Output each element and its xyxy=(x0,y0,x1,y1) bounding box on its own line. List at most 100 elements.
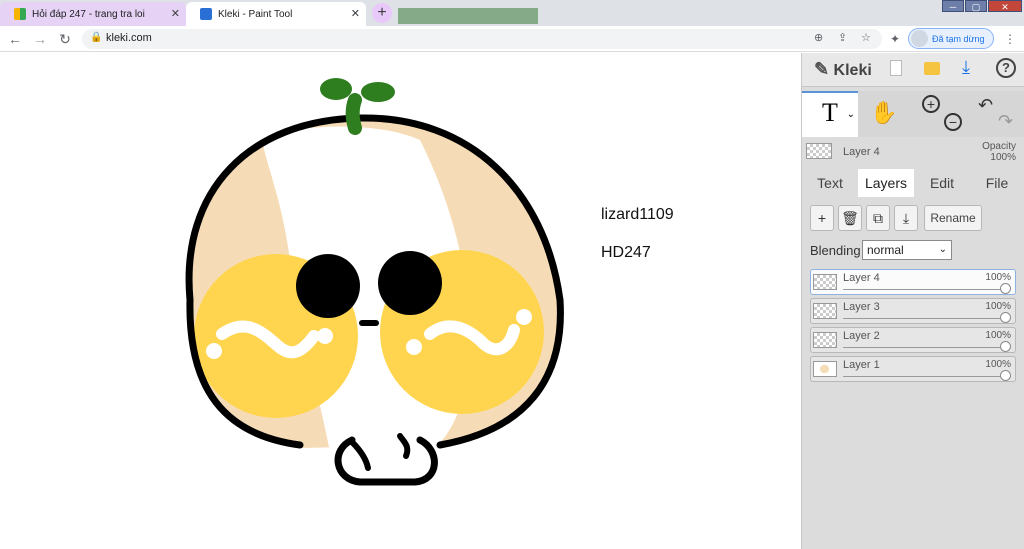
layer-opacity-knob[interactable] xyxy=(1000,341,1011,352)
zoom-icon[interactable]: ⊕ xyxy=(814,31,823,44)
reload-icon[interactable]: ↻ xyxy=(56,30,74,48)
drawing-svg xyxy=(185,78,564,486)
bookmark-star-icon[interactable]: ☆ xyxy=(861,31,871,44)
layer-opacity-slider[interactable] xyxy=(843,289,1007,290)
zoom-tools: + − xyxy=(916,91,964,137)
layer-name: Layer 1 xyxy=(843,359,880,371)
canvas-text-line: lizard1109 xyxy=(601,206,674,223)
app-logo[interactable]: ✎ Kleki xyxy=(814,59,872,80)
close-window-button[interactable]: ✕ xyxy=(988,0,1022,12)
share-icon[interactable]: ⇪ xyxy=(838,31,847,44)
layer-opacity-knob[interactable] xyxy=(1000,283,1011,294)
text-tool-label: T xyxy=(822,98,838,127)
open-folder-icon[interactable] xyxy=(924,62,940,75)
kleki-logo-icon: ✎ xyxy=(814,59,830,79)
hand-icon: ✋ xyxy=(870,100,898,125)
tab-layers[interactable]: Layers xyxy=(858,169,914,197)
delete-layer-button[interactable]: 🗑 xyxy=(838,205,862,231)
layer-name: Layer 3 xyxy=(843,301,880,313)
chevron-down-icon[interactable]: ⌄ xyxy=(847,95,855,135)
layer-item[interactable]: Layer 3 100% xyxy=(810,298,1016,324)
back-icon[interactable]: ← xyxy=(6,30,24,48)
hoidap-favicon-icon xyxy=(14,8,26,20)
sprout-stem xyxy=(345,93,362,135)
new-image-icon[interactable] xyxy=(890,60,902,76)
right-blush-dot-1 xyxy=(406,339,422,355)
layer-thumbnail xyxy=(813,361,837,377)
help-icon[interactable]: ? xyxy=(996,58,1016,78)
current-layer-thumbnail xyxy=(806,143,832,159)
rename-button[interactable]: Rename xyxy=(924,205,982,231)
layer-opacity: 100% xyxy=(985,272,1011,283)
layer-buttons: + 🗑 ⧉ ⤓ Rename xyxy=(802,205,1024,233)
layer-opacity-slider[interactable] xyxy=(843,376,1007,377)
duplicate-layer-button[interactable]: ⧉ xyxy=(866,205,890,231)
maximize-button[interactable]: ▢ xyxy=(965,0,987,12)
tab-edit[interactable]: Edit xyxy=(914,169,970,197)
download-icon[interactable]: ⤓ xyxy=(962,57,970,78)
blending-select[interactable]: normal ⌄ xyxy=(862,240,952,260)
right-eye xyxy=(378,251,442,315)
redo-icon[interactable]: ↷ xyxy=(998,111,1013,132)
blending-row: Blending normal ⌄ xyxy=(810,239,1020,261)
layer-opacity-slider[interactable] xyxy=(843,318,1007,319)
tool-row: T ⌄ ✋ + − ↶ ↷ xyxy=(802,91,1024,137)
merge-layer-button[interactable]: ⤓ xyxy=(894,205,918,231)
menu-kebab-icon[interactable]: ⋮ xyxy=(1004,32,1016,46)
undo-icon[interactable]: ↶ xyxy=(978,95,993,116)
tab-close-icon[interactable]: ✕ xyxy=(351,7,360,20)
layer-name: Layer 2 xyxy=(843,330,880,342)
app-name: Kleki xyxy=(833,62,872,79)
hand-tool[interactable]: ✋ xyxy=(862,91,906,137)
address-bar[interactable]: 🔒 kleki.com ⊕ ⇪ ☆ xyxy=(82,29,882,49)
layer-thumbnail xyxy=(813,274,837,290)
layer-opacity: 100% xyxy=(985,359,1011,370)
drawing-canvas[interactable]: lizard1109 HD247 xyxy=(0,53,802,549)
layer-item[interactable]: Layer 4 100% xyxy=(810,269,1016,295)
current-layer-name: Layer 4 xyxy=(843,146,880,158)
address-url[interactable]: kleki.com xyxy=(106,32,152,44)
tab-file[interactable]: File xyxy=(970,169,1024,197)
lock-icon[interactable]: 🔒 xyxy=(90,32,102,43)
text-tool[interactable]: T ⌄ xyxy=(802,91,858,137)
layer-thumbnail xyxy=(813,303,837,319)
layer-name: Layer 4 xyxy=(843,272,880,284)
tab-close-icon[interactable]: ✕ xyxy=(171,7,180,20)
blending-label: Blending xyxy=(810,243,861,258)
canvas-text-line: HD247 xyxy=(601,244,651,261)
layer-item[interactable]: Layer 2 100% xyxy=(810,327,1016,353)
right-blush-dot-2 xyxy=(516,309,532,325)
side-panel: ✎ Kleki ⤓ ? T ⌄ ✋ + − ↶ ↷ Layer 4 Opacity… xyxy=(802,53,1024,549)
blending-value: normal xyxy=(867,243,904,257)
forward-icon[interactable]: → xyxy=(31,30,49,48)
chevron-down-icon: ⌄ xyxy=(938,244,947,255)
sprout-leaf-left xyxy=(320,78,352,100)
browser-toolbar: ← → ↻ 🔒 kleki.com ⊕ ⇪ ☆ ✦ Đã tạm dừng ⋮ xyxy=(0,26,1024,52)
browser-tab-bar: Hỏi đáp 247 - trang tra loi ✕ Kleki - Pa… xyxy=(0,0,1024,26)
opacity-value: 100% xyxy=(990,152,1016,163)
zoom-out-icon[interactable]: − xyxy=(944,113,962,131)
extensions-icon[interactable]: ✦ xyxy=(890,32,900,46)
left-blush-dot-1 xyxy=(206,343,222,359)
profile-label: Đã tạm dừng xyxy=(932,33,985,44)
layer-thumbnail xyxy=(813,332,837,348)
add-layer-button[interactable]: + xyxy=(810,205,834,231)
panel-tabs: Text Layers Edit File xyxy=(802,169,1024,197)
tab-text[interactable]: Text xyxy=(802,169,858,197)
layer-item[interactable]: Layer 1 100% xyxy=(810,356,1016,382)
minimize-button[interactable]: ─ xyxy=(942,0,964,12)
layer-opacity-knob[interactable] xyxy=(1000,370,1011,381)
opacity-readout: Opacity 100% xyxy=(982,141,1016,163)
tab-hoi-dap[interactable]: Hỏi đáp 247 - trang tra loi ✕ xyxy=(0,2,186,26)
sprout-leaf-right xyxy=(361,82,395,102)
left-blush-dot-2 xyxy=(317,328,333,344)
zoom-in-icon[interactable]: + xyxy=(922,95,940,113)
profile-button[interactable]: Đã tạm dừng xyxy=(908,28,994,49)
history-tools: ↶ ↷ xyxy=(972,91,1020,137)
new-tab-button[interactable]: + xyxy=(372,3,392,23)
tab-title: Kleki - Paint Tool xyxy=(218,8,293,20)
layer-opacity-knob[interactable] xyxy=(1000,312,1011,323)
layer-opacity-slider[interactable] xyxy=(843,347,1007,348)
tab-kleki[interactable]: Kleki - Paint Tool ✕ xyxy=(186,2,366,26)
kleki-favicon-icon xyxy=(200,8,212,20)
